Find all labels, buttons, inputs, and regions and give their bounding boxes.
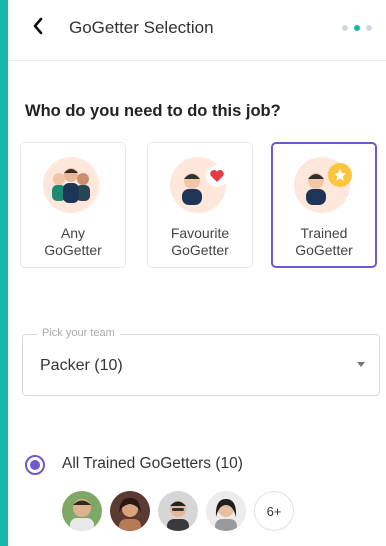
- more-members-button[interactable]: 6+: [254, 491, 294, 531]
- avatar[interactable]: [206, 491, 246, 531]
- dropdown-caret-icon: [357, 362, 365, 367]
- star-icon: [328, 163, 352, 187]
- member-avatars: 6+: [62, 491, 294, 531]
- trained-avatar: [294, 157, 352, 213]
- avatar[interactable]: [62, 491, 102, 531]
- back-button[interactable]: [26, 14, 50, 38]
- step-indicator: [342, 25, 372, 31]
- step-dot: [342, 25, 348, 31]
- team-picker-legend: Pick your team: [37, 327, 120, 339]
- question-heading: Who do you need to do this job?: [25, 102, 281, 120]
- option-trained-gogetter[interactable]: Trained GoGetter: [271, 142, 377, 268]
- trained-filter-label: All Trained GoGetters (10): [62, 455, 243, 472]
- avatar[interactable]: [110, 491, 150, 531]
- step-dot: [366, 25, 372, 31]
- heart-icon: [206, 165, 228, 187]
- top-bar: GoGetter Selection: [8, 0, 386, 61]
- group-avatar-icon: [43, 157, 99, 213]
- favourite-avatar: [170, 157, 228, 213]
- team-picker-value: Packer (10): [40, 357, 123, 374]
- step-dot-active: [354, 25, 360, 31]
- option-label: Trained GoGetter: [295, 225, 353, 258]
- option-favourite-gogetter[interactable]: Favourite GoGetter: [147, 142, 253, 268]
- team-picker[interactable]: Pick your team Packer (10): [22, 327, 380, 396]
- option-any-gogetter[interactable]: Any GoGetter: [20, 142, 126, 268]
- avatar[interactable]: [158, 491, 198, 531]
- option-label: Any GoGetter: [44, 225, 102, 258]
- option-label: Favourite GoGetter: [170, 225, 230, 258]
- page-title: GoGetter Selection: [69, 18, 214, 37]
- phone-screen: GoGetter Selection Who do you need to do…: [8, 0, 386, 546]
- chevron-left-icon: [33, 17, 43, 35]
- trained-filter-radio[interactable]: [25, 455, 45, 475]
